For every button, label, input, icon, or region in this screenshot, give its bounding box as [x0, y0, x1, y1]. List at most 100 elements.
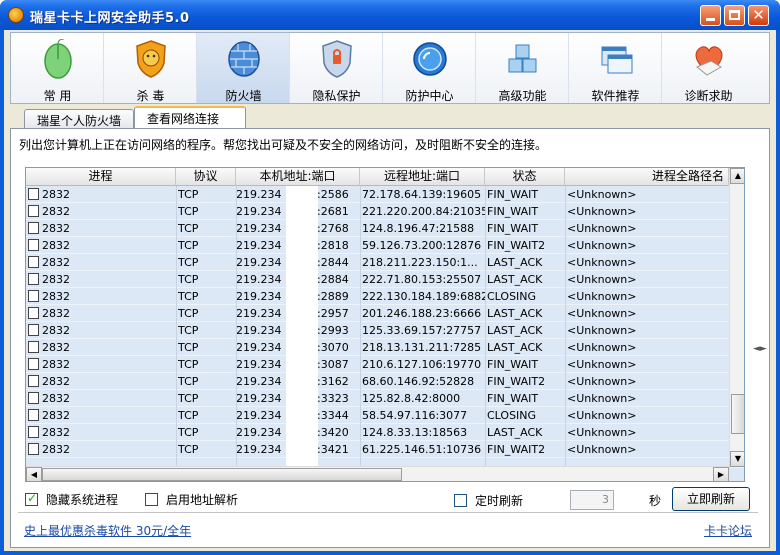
toolbar-item-common[interactable]: 常 用 — [11, 33, 104, 103]
table-row[interactable]: 2832 TCP 219.234.:3420 124.8.33.13:18563 LAS… — [26, 424, 744, 441]
close-button[interactable]: ✕ — [748, 5, 769, 26]
process-cell: 2832 — [28, 322, 174, 339]
toolbar-item-advanced[interactable]: 高级功能 — [476, 33, 569, 103]
horizontal-scrollbar[interactable]: ◀ ▶ — [26, 466, 729, 481]
scroll-right-button[interactable]: ▶ — [713, 467, 729, 481]
process-cell: 2832 — [28, 356, 174, 373]
remote-cell: 222.130.184.189:6882 — [362, 290, 486, 303]
process-id: 2832 — [42, 188, 70, 201]
toolbar-item-protection-center[interactable]: 防护中心 — [383, 33, 476, 103]
timed-refresh-checkbox[interactable]: 定时刷新 — [454, 492, 523, 509]
process-icon — [28, 290, 39, 302]
scroll-left-button[interactable]: ◀ — [26, 467, 42, 481]
scroll-down-button[interactable]: ▼ — [730, 451, 744, 467]
table-row[interactable]: 2832 TCP 219.234.:2957 201.246.188.23:6666 L… — [26, 305, 744, 322]
table-row[interactable]: 2832 TCP 219.234.:2884 222.71.80.153:25507 L… — [26, 271, 744, 288]
local-port-cell: :3421 — [317, 443, 349, 456]
column-header-protocol[interactable]: 协议 — [176, 168, 236, 186]
vertical-scrollbar[interactable]: ▲ ▼ — [729, 168, 744, 468]
column-divider — [360, 186, 361, 481]
toolbar-item-label: 高级功能 — [498, 89, 547, 103]
local-port-cell: :3344 — [317, 409, 349, 422]
state-cell: LAST_ACK — [487, 426, 543, 439]
process-id: 2832 — [42, 324, 70, 337]
horizontal-scroll-thumb[interactable] — [42, 468, 402, 481]
tab-network-connections[interactable]: 查看网络连接 — [134, 106, 246, 129]
local-port-cell: :2818 — [317, 239, 349, 252]
column-header-local-address[interactable]: 本机地址:端口 — [236, 168, 360, 186]
column-header-remote-address[interactable]: 远程地址:端口 — [360, 168, 485, 186]
local-ip-cell: 219.234. — [236, 409, 282, 422]
toolbar-item-software[interactable]: 软件推荐 — [569, 33, 662, 103]
column-header-state[interactable]: 状态 — [485, 168, 565, 186]
table-header: 进程 协议 本机地址:端口 远程地址:端口 状态 进程全路径名 — [26, 168, 744, 186]
path-cell: <Unknown> — [567, 273, 637, 286]
process-cell: 2832 — [28, 254, 174, 271]
mouse-icon — [44, 39, 72, 79]
proto-cell: TCP — [178, 392, 199, 405]
table-row[interactable]: 2832 TCP 219.234.:2889 222.130.184.189:6882… — [26, 288, 744, 305]
table-row[interactable]: 2832 TCP 219.234.:2844 218.211.223.150:1...… — [26, 254, 744, 271]
splitter-arrows-icon[interactable]: ◄► — [753, 344, 767, 360]
process-id: 2832 — [42, 341, 70, 354]
remote-cell: 218.13.131.211:7285 — [362, 341, 482, 354]
hide-system-checkbox[interactable]: 隐藏系统进程 — [25, 491, 118, 508]
table-row[interactable]: 2832 TCP 219.234.:3421 61.225.146.51:10736 F… — [26, 441, 744, 458]
process-id: 2832 — [42, 409, 70, 422]
local-ip-cell: 219.234. — [236, 222, 282, 235]
tab-personal-firewall[interactable]: 瑞星个人防火墙 — [24, 109, 134, 129]
heart-hand-icon — [695, 46, 723, 76]
table-row[interactable]: 2832 TCP 219.234.:3070 218.13.131.211:7285 L… — [26, 339, 744, 356]
proto-cell: TCP — [178, 256, 199, 269]
resolve-address-checkbox[interactable]: 启用地址解析 — [145, 491, 238, 508]
table-row[interactable]: 2832 TCP 219.234.:2681 221.220.200.84:21035… — [26, 203, 744, 220]
scroll-up-button[interactable]: ▲ — [730, 168, 744, 184]
local-port-cell: :2586 — [317, 188, 349, 201]
path-cell: <Unknown> — [567, 256, 637, 269]
remote-cell: 124.8.33.13:18563 — [362, 426, 468, 439]
path-cell: <Unknown> — [567, 324, 637, 337]
proto-cell: TCP — [178, 426, 199, 439]
refresh-interval-input[interactable]: 3 — [570, 490, 614, 510]
table-row[interactable]: 2832 TCP 219.234.:2818 59.126.73.200:12876 F… — [26, 237, 744, 254]
process-icon — [28, 256, 39, 268]
main-toolbar: 常 用 杀 毒 防火墙 隐私保护 防护中心 高级功能 软件推荐 诊断求助 — [10, 32, 770, 104]
close-icon: ✕ — [752, 6, 765, 24]
table-row[interactable]: 2832 TCP 219.234.:2993 125.33.69.157:27757 L… — [26, 322, 744, 339]
toolbar-item-firewall[interactable]: 防火墙 — [197, 33, 290, 103]
column-header-process[interactable]: 进程 — [26, 168, 176, 186]
state-cell: LAST_ACK — [487, 324, 543, 337]
table-row[interactable]: 2832 TCP 219.234.:2768 124.8.196.47:21588 FI… — [26, 220, 744, 237]
forum-link[interactable]: 卡卡论坛 — [704, 522, 752, 539]
table-row[interactable]: 2832 TCP 219.234.:3162 68.60.146.92:52828 FI… — [26, 373, 744, 390]
local-ip-cell: 219.234. — [236, 205, 282, 218]
toolbar-item-help[interactable]: 诊断求助 — [662, 33, 755, 103]
toolbar-item-label: 防护中心 — [405, 89, 454, 103]
process-icon — [28, 443, 39, 455]
process-icon — [28, 239, 39, 251]
column-header-path[interactable]: 进程全路径名 — [565, 168, 729, 186]
process-id: 2832 — [42, 358, 70, 371]
process-cell: 2832 — [28, 271, 174, 288]
maximize-button[interactable] — [724, 5, 745, 26]
toolbar-item-antivirus[interactable]: 杀 毒 — [104, 33, 197, 103]
state-cell: FIN_WAIT — [487, 392, 539, 405]
redacted-local-ip — [286, 186, 318, 481]
table-row[interactable]: 2832 TCP 219.234.:3087 210.6.127.106:19770 F… — [26, 356, 744, 373]
process-cell: 2832 — [28, 305, 174, 322]
toolbar-item-privacy[interactable]: 隐私保护 — [290, 33, 383, 103]
promo-link[interactable]: 史上最优惠杀毒软件 30元/全年 — [24, 522, 191, 539]
table-row[interactable]: 2832 TCP 219.234.:3323 125.82.8.42:8000 FIN_… — [26, 390, 744, 407]
proto-cell: TCP — [178, 324, 199, 337]
title-bar[interactable]: 瑞星卡卡上网安全助手5.0 ✕ — [0, 0, 780, 30]
vertical-scroll-thumb[interactable] — [731, 394, 744, 434]
connections-table[interactable]: 进程 协议 本机地址:端口 远程地址:端口 状态 进程全路径名 2832 TCP 2… — [25, 167, 745, 482]
remote-cell: 68.60.146.92:52828 — [362, 375, 475, 388]
table-row[interactable]: 2832 TCP 219.234.:2586 72.178.64.139:19605 F… — [26, 186, 744, 203]
refresh-now-button[interactable]: 立即刷新 — [672, 487, 750, 511]
process-icon — [28, 205, 39, 217]
proto-cell: TCP — [178, 341, 199, 354]
minimize-button[interactable] — [700, 5, 721, 26]
table-row[interactable]: 2832 TCP 219.234.:3344 58.54.97.116:3077 CLO… — [26, 407, 744, 424]
path-cell: <Unknown> — [567, 188, 637, 201]
